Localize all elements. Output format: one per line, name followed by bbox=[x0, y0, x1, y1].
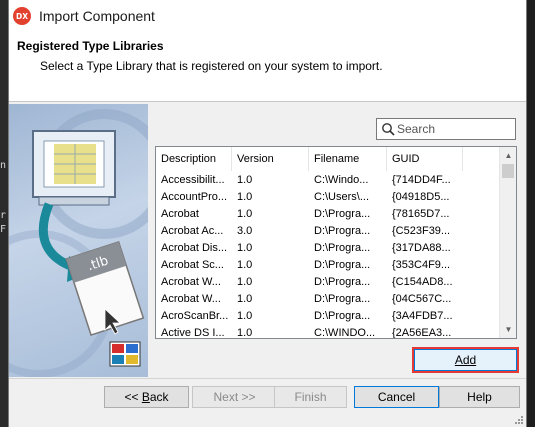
cell-version: 1.0 bbox=[237, 208, 253, 220]
column-header-description[interactable]: Description bbox=[156, 147, 232, 171]
cancel-button-label: Cancel bbox=[377, 390, 416, 404]
cell-version: 1.0 bbox=[237, 310, 253, 322]
scroll-up-arrow-icon[interactable]: ▲ bbox=[500, 147, 516, 164]
column-header-filename[interactable]: Filename bbox=[309, 147, 387, 171]
column-header-version[interactable]: Version bbox=[232, 147, 309, 171]
cell-filename: D:\Progra... bbox=[314, 242, 371, 254]
search-field[interactable] bbox=[376, 118, 516, 140]
cell-version: 1.0 bbox=[237, 242, 253, 254]
cell-guid: {04918D5... bbox=[392, 191, 450, 203]
cell-filename: D:\Progra... bbox=[314, 259, 371, 271]
table-row[interactable]: Acrobat W... 1.0 D:\Progra... {C154AD8... bbox=[156, 274, 499, 291]
cell-filename: D:\Progra... bbox=[314, 225, 371, 237]
finish-button-label: Finish bbox=[294, 390, 327, 404]
import-component-dialog: DX Import Component Registered Type Libr… bbox=[8, 0, 527, 427]
table-row[interactable]: Active DS I... 1.0 C:\WINDO... {2A56EA3... bbox=[156, 325, 499, 339]
cell-version: 1.0 bbox=[237, 174, 253, 186]
editor-glyph: n bbox=[0, 160, 7, 171]
type-library-illustration-icon: .tlb bbox=[9, 109, 148, 377]
scroll-down-arrow-icon[interactable]: ▼ bbox=[500, 321, 516, 338]
search-input[interactable] bbox=[397, 120, 513, 138]
help-button-label: Help bbox=[467, 390, 492, 404]
table-row[interactable]: Acrobat Sc... 1.0 D:\Progra... {353C4F9... bbox=[156, 257, 499, 274]
footer-divider bbox=[9, 378, 526, 379]
cell-description: Acrobat Sc... bbox=[161, 259, 224, 271]
cell-filename: D:\Progra... bbox=[314, 293, 371, 305]
table-header: Description Version Filename GUID bbox=[156, 147, 499, 171]
next-button-label: Next >> bbox=[213, 390, 256, 404]
table-row[interactable]: Accessibilit... 1.0 C:\Windo... {714DD4F... bbox=[156, 172, 499, 189]
back-button[interactable]: << Back bbox=[104, 386, 189, 408]
cell-guid: {C523F39... bbox=[392, 225, 451, 237]
back-button-label: << Back bbox=[124, 390, 169, 404]
cancel-button[interactable]: Cancel bbox=[354, 386, 439, 408]
background-editor-strip: n r F bbox=[0, 0, 8, 427]
cell-version: 1.0 bbox=[237, 259, 253, 271]
cell-guid: {353C4F9... bbox=[392, 259, 451, 271]
editor-glyph: r bbox=[0, 210, 7, 221]
cell-description: Acrobat Ac... bbox=[161, 225, 224, 237]
cell-guid: {714DD4F... bbox=[392, 174, 451, 186]
cell-filename: D:\Progra... bbox=[314, 208, 371, 220]
cell-guid: {C154AD8... bbox=[392, 276, 453, 288]
table-row[interactable]: Acrobat W... 1.0 D:\Progra... {04C567C... bbox=[156, 291, 499, 308]
cell-description: Acrobat W... bbox=[161, 293, 221, 305]
column-header-guid[interactable]: GUID bbox=[387, 147, 463, 171]
next-button[interactable]: Next >> bbox=[192, 386, 277, 408]
search-icon bbox=[382, 123, 395, 136]
resize-grip-icon[interactable] bbox=[514, 415, 524, 425]
table-row[interactable]: AcroScanBr... 1.0 D:\Progra... {3A4FDB7... bbox=[156, 308, 499, 325]
cell-description: Accessibilit... bbox=[161, 174, 225, 186]
cell-guid: {78165D7... bbox=[392, 208, 450, 220]
cell-version: 1.0 bbox=[237, 327, 253, 339]
wizard-header: Registered Type Libraries Select a Type … bbox=[9, 32, 526, 102]
table-body: Accessibilit... 1.0 C:\Windo... {714DD4F...… bbox=[156, 172, 499, 339]
type-library-table[interactable]: Description Version Filename GUID Access… bbox=[155, 146, 517, 339]
page-description: Select a Type Library that is registered… bbox=[40, 59, 383, 73]
finish-button[interactable]: Finish bbox=[274, 386, 347, 408]
editor-glyph: F bbox=[0, 224, 7, 235]
wizard-illustration: .tlb bbox=[9, 104, 148, 377]
cell-filename: C:\WINDO... bbox=[314, 327, 376, 339]
page-title: Registered Type Libraries bbox=[17, 39, 164, 53]
cell-description: Acrobat Dis... bbox=[161, 242, 228, 254]
table-row[interactable]: Acrobat Dis... 1.0 D:\Progra... {317DA88... bbox=[156, 240, 499, 257]
scrollbar-thumb[interactable] bbox=[502, 164, 514, 178]
cell-filename: D:\Progra... bbox=[314, 276, 371, 288]
window-title: Import Component bbox=[39, 8, 155, 24]
cell-version: 1.0 bbox=[237, 293, 253, 305]
title-bar[interactable]: DX Import Component bbox=[9, 0, 526, 32]
add-button[interactable]: Add bbox=[414, 349, 517, 371]
table-row[interactable]: AccountPro... 1.0 C:\Users\... {04918D5... bbox=[156, 189, 499, 206]
cell-description: Active DS I... bbox=[161, 327, 225, 339]
cell-version: 1.0 bbox=[237, 191, 253, 203]
cell-filename: D:\Progra... bbox=[314, 310, 371, 322]
table-row[interactable]: Acrobat 1.0 D:\Progra... {78165D7... bbox=[156, 206, 499, 223]
cell-version: 3.0 bbox=[237, 225, 253, 237]
add-button-label: Add bbox=[454, 353, 477, 367]
table-row[interactable]: Acrobat Ac... 3.0 D:\Progra... {C523F39... bbox=[156, 223, 499, 240]
cell-description: AccountPro... bbox=[161, 191, 228, 203]
cell-description: AcroScanBr... bbox=[161, 310, 229, 322]
app-logo-icon: DX bbox=[13, 7, 31, 25]
cell-guid: {317DA88... bbox=[392, 242, 451, 254]
cell-version: 1.0 bbox=[237, 276, 253, 288]
cell-filename: C:\Users\... bbox=[314, 191, 370, 203]
cell-description: Acrobat W... bbox=[161, 276, 221, 288]
table-vertical-scrollbar[interactable]: ▲ ▼ bbox=[499, 147, 516, 338]
cell-filename: C:\Windo... bbox=[314, 174, 369, 186]
cell-guid: {3A4FDB7... bbox=[392, 310, 453, 322]
cell-guid: {2A56EA3... bbox=[392, 327, 452, 339]
cell-guid: {04C567C... bbox=[392, 293, 452, 305]
cell-description: Acrobat bbox=[161, 208, 199, 220]
help-button[interactable]: Help bbox=[439, 386, 520, 408]
